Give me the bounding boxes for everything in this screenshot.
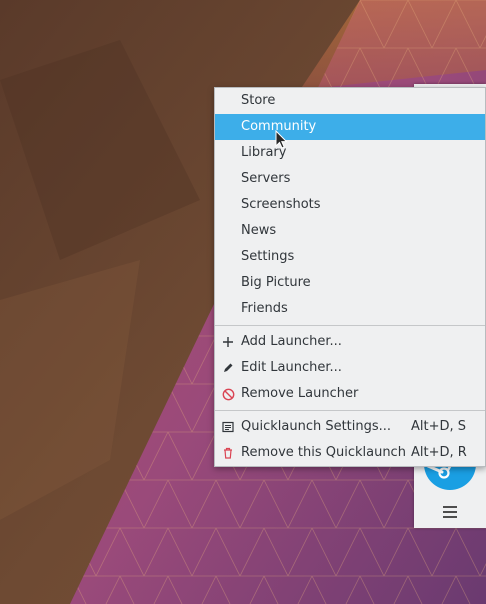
context-menu: Store Community Library Servers Screensh… (214, 87, 486, 467)
menu-item-edit-launcher[interactable]: Edit Launcher... (215, 355, 485, 381)
menu-item-label: Servers (241, 171, 291, 186)
menu-item-remove-launcher[interactable]: Remove Launcher (215, 381, 485, 407)
remove-circle-icon (221, 387, 235, 401)
menu-item-label: News (241, 223, 277, 238)
menu-item-quicklaunch-settings[interactable]: Quicklaunch Settings... Alt+D, S (215, 414, 485, 440)
menu-item-friends[interactable]: Friends (215, 296, 485, 322)
menu-item-label: Settings (241, 249, 295, 264)
menu-item-label: Edit Launcher... (241, 360, 342, 375)
menu-separator (215, 407, 485, 414)
menu-separator (215, 322, 485, 329)
hamburger-icon[interactable] (443, 506, 457, 518)
menu-item-label: Big Picture (241, 275, 311, 290)
menu-item-news[interactable]: News (215, 218, 485, 244)
menu-item-servers[interactable]: Servers (215, 166, 485, 192)
menu-item-settings[interactable]: Settings (215, 244, 485, 270)
menu-item-screenshots[interactable]: Screenshots (215, 192, 485, 218)
pencil-icon (221, 361, 235, 375)
menu-item-store[interactable]: Store (215, 88, 485, 114)
menu-item-label: Add Launcher... (241, 334, 342, 349)
menu-item-label: Quicklaunch Settings... (241, 419, 392, 434)
hamburger-line (443, 516, 457, 518)
hamburger-line (443, 506, 457, 508)
menu-item-label: Friends (241, 301, 288, 316)
menu-item-label: Remove Launcher (241, 386, 359, 401)
settings-panel-icon (221, 420, 235, 434)
menu-item-community[interactable]: Community (215, 114, 485, 140)
menu-item-label: Remove this Quicklaunch (241, 445, 406, 460)
trash-icon (221, 446, 235, 460)
shortcut-label: Alt+D, R (411, 445, 467, 460)
shortcut-label: Alt+D, S (411, 419, 467, 434)
menu-item-label: Store (241, 93, 276, 108)
mouse-cursor-icon (275, 130, 288, 149)
menu-item-remove-quicklaunch[interactable]: Remove this Quicklaunch Alt+D, R (215, 440, 485, 466)
plus-icon (221, 335, 235, 349)
hamburger-line (443, 511, 457, 513)
menu-item-library[interactable]: Library (215, 140, 485, 166)
menu-item-label: Screenshots (241, 197, 321, 212)
menu-item-big-picture[interactable]: Big Picture (215, 270, 485, 296)
menu-item-add-launcher[interactable]: Add Launcher... (215, 329, 485, 355)
